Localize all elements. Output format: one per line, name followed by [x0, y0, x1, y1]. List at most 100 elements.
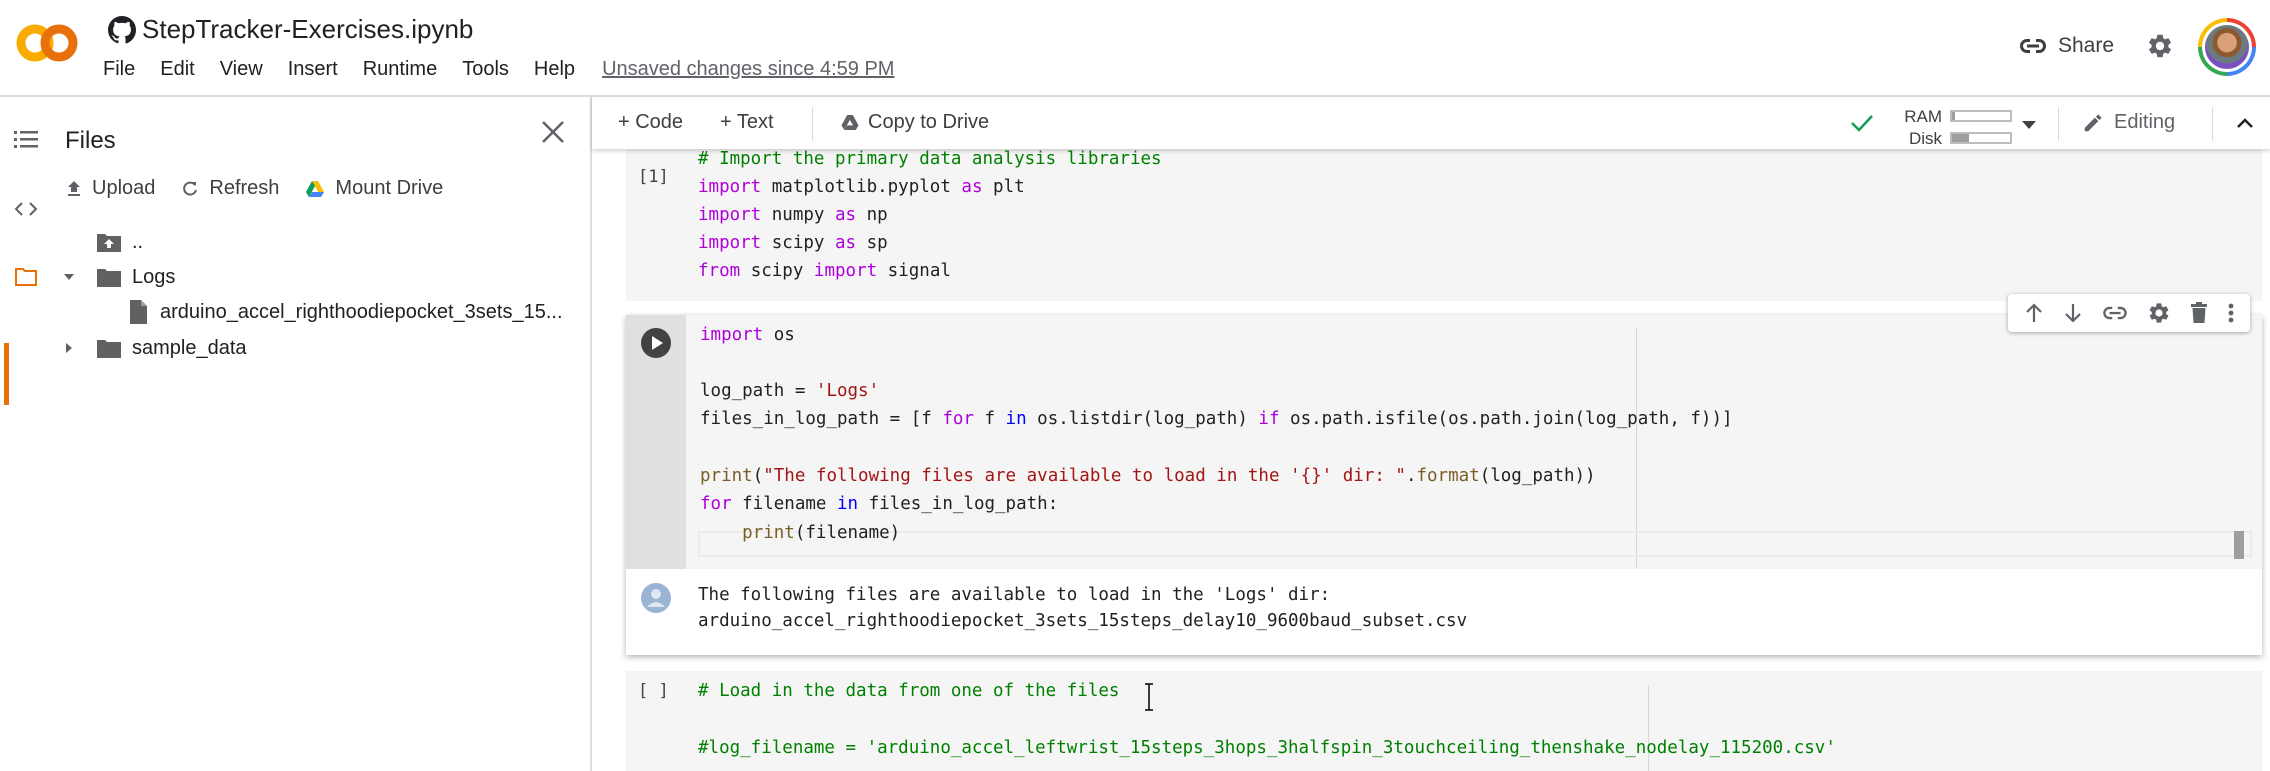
- chevron-up-icon[interactable]: [2236, 117, 2254, 129]
- menu-file[interactable]: File: [103, 58, 135, 81]
- folder-icon[interactable]: [12, 263, 40, 291]
- editing-mode-button[interactable]: Editing: [2082, 111, 2175, 134]
- tree-item-logs[interactable]: Logs: [62, 260, 175, 294]
- gear-icon[interactable]: [2147, 301, 2171, 325]
- gear-icon[interactable]: [2146, 32, 2174, 60]
- execution-count: [1]: [638, 167, 669, 187]
- horizontal-scrollbar[interactable]: [2234, 531, 2244, 559]
- upload-icon: [68, 180, 80, 196]
- disk-label: Disk: [1908, 129, 1942, 148]
- tree-item-file[interactable]: arduino_accel_righthoodiepocket_3sets_15…: [128, 295, 563, 329]
- ram-label: RAM: [1904, 107, 1942, 126]
- panel-title: Files: [65, 127, 116, 154]
- output-avatar-icon: [641, 583, 671, 613]
- tree-item-sample-data[interactable]: sample_data: [62, 331, 247, 365]
- code-line: log_path = 'Logs': [700, 381, 880, 401]
- code-line: print(filename): [742, 523, 901, 543]
- disk-bar: [1950, 132, 2012, 144]
- cell-toolbar: [2008, 294, 2250, 332]
- drive-icon: [841, 114, 859, 131]
- refresh-icon: [183, 181, 198, 196]
- code-line: import numpy as np: [698, 205, 888, 225]
- save-status-link[interactable]: Unsaved changes since 4:59 PM: [602, 58, 894, 81]
- code-line: import os: [700, 325, 795, 345]
- mount-drive-button[interactable]: Mount Drive: [305, 177, 443, 200]
- caret-right-icon[interactable]: [62, 341, 76, 355]
- output-line: The following files are available to loa…: [698, 585, 1331, 605]
- refresh-label: Refresh: [209, 177, 280, 199]
- menu-bar: File Edit View Insert Runtime Tools Help…: [103, 58, 919, 81]
- left-rail: [0, 97, 52, 771]
- code-icon[interactable]: [12, 195, 40, 223]
- file-icon: [130, 300, 147, 324]
- notebook-toolbar: + Code + Text Copy to Drive RAM Disk Edi…: [592, 97, 2270, 149]
- menu-insert[interactable]: Insert: [288, 58, 338, 81]
- menu-runtime[interactable]: Runtime: [363, 58, 437, 81]
- avatar[interactable]: [2198, 18, 2256, 76]
- list-icon[interactable]: [12, 125, 40, 153]
- code-line: import scipy as sp: [698, 233, 888, 253]
- menu-tools[interactable]: Tools: [462, 58, 509, 81]
- code-line: for filename in files_in_log_path:: [700, 494, 1059, 514]
- folder-up-icon: [97, 234, 121, 252]
- code-line: #log_filename = 'arduino_accel_leftwrist…: [698, 738, 1836, 758]
- share-button[interactable]: Share: [2020, 34, 2114, 58]
- notebook-area: + Code + Text Copy to Drive RAM Disk Edi…: [592, 97, 2270, 771]
- code-line: # Import the primary data analysis libra…: [698, 149, 1162, 169]
- tree-label: arduino_accel_righthoodiepocket_3sets_15…: [160, 300, 563, 323]
- code-line: # Load in the data from one of the files: [698, 681, 1120, 701]
- trash-icon[interactable]: [2190, 302, 2208, 324]
- menu-help[interactable]: Help: [534, 58, 575, 81]
- close-icon[interactable]: [540, 119, 566, 145]
- caret-down-icon[interactable]: [62, 272, 76, 282]
- tree-item-parent[interactable]: ..: [96, 225, 143, 259]
- code-line: files_in_log_path = [f for f in os.listd…: [700, 409, 1733, 429]
- disk-bar-fill: [1952, 134, 1970, 142]
- pencil-icon: [2084, 114, 2102, 131]
- check-icon: [1851, 115, 1873, 132]
- tree-label: Logs: [132, 265, 176, 288]
- current-line-highlight: [698, 531, 2252, 557]
- mount-drive-label: Mount Drive: [335, 177, 444, 199]
- add-code-button[interactable]: + Code: [618, 111, 683, 134]
- notebook-title[interactable]: StepTracker-Exercises.ipynb: [142, 14, 473, 45]
- folder-icon: [97, 340, 121, 358]
- active-indicator: [4, 343, 9, 405]
- code-cell-active[interactable]: import os log_path = 'Logs' files_in_log…: [626, 315, 2262, 655]
- output-line: arduino_accel_righthoodiepocket_3sets_15…: [698, 611, 1468, 631]
- more-vert-icon[interactable]: [2228, 302, 2234, 324]
- upload-label: Upload: [92, 177, 156, 199]
- text-cursor-icon: [1145, 683, 1153, 711]
- ram-bar: [1950, 110, 2012, 122]
- files-panel: Files Upload Refresh Mount Drive .. Logs…: [52, 97, 592, 771]
- copy-to-drive-label: Copy to Drive: [868, 111, 990, 133]
- arrow-down-icon[interactable]: [2063, 302, 2083, 324]
- refresh-button[interactable]: Refresh: [181, 177, 279, 200]
- code-cell[interactable]: [1] # Import the primary data analysis l…: [626, 149, 2262, 301]
- tree-label: ..: [132, 230, 144, 253]
- run-cell-button[interactable]: [641, 328, 671, 358]
- code-line: import matplotlib.pyplot as plt: [698, 177, 1025, 197]
- drive-icon: [306, 180, 325, 197]
- copy-to-drive-button[interactable]: Copy to Drive: [840, 111, 989, 134]
- caret-down-icon[interactable]: [2022, 121, 2036, 129]
- execution-count: [ ]: [638, 681, 669, 701]
- arrow-up-icon[interactable]: [2024, 302, 2044, 324]
- upload-button[interactable]: Upload: [66, 177, 155, 200]
- toolbar-divider: [2058, 107, 2059, 141]
- colab-logo[interactable]: [16, 22, 78, 64]
- code-cell[interactable]: [ ] # Load in the data from one of the f…: [626, 671, 2262, 771]
- ram-bar-fill: [1952, 112, 1955, 120]
- share-label: Share: [2058, 34, 2115, 57]
- menu-view[interactable]: View: [220, 58, 263, 81]
- add-text-button[interactable]: + Text: [720, 111, 774, 134]
- github-icon: [108, 15, 136, 43]
- code-editor[interactable]: import os log_path = 'Logs' files_in_log…: [686, 315, 2262, 569]
- app-header: StepTracker-Exercises.ipynb File Edit Vi…: [0, 0, 2270, 97]
- folder-icon: [97, 269, 121, 287]
- menu-edit[interactable]: Edit: [160, 58, 194, 81]
- code-line: from scipy import signal: [698, 261, 951, 281]
- link-icon: [2020, 39, 2046, 53]
- code-line: print("The following files are available…: [700, 466, 1596, 486]
- link-icon[interactable]: [2103, 306, 2127, 320]
